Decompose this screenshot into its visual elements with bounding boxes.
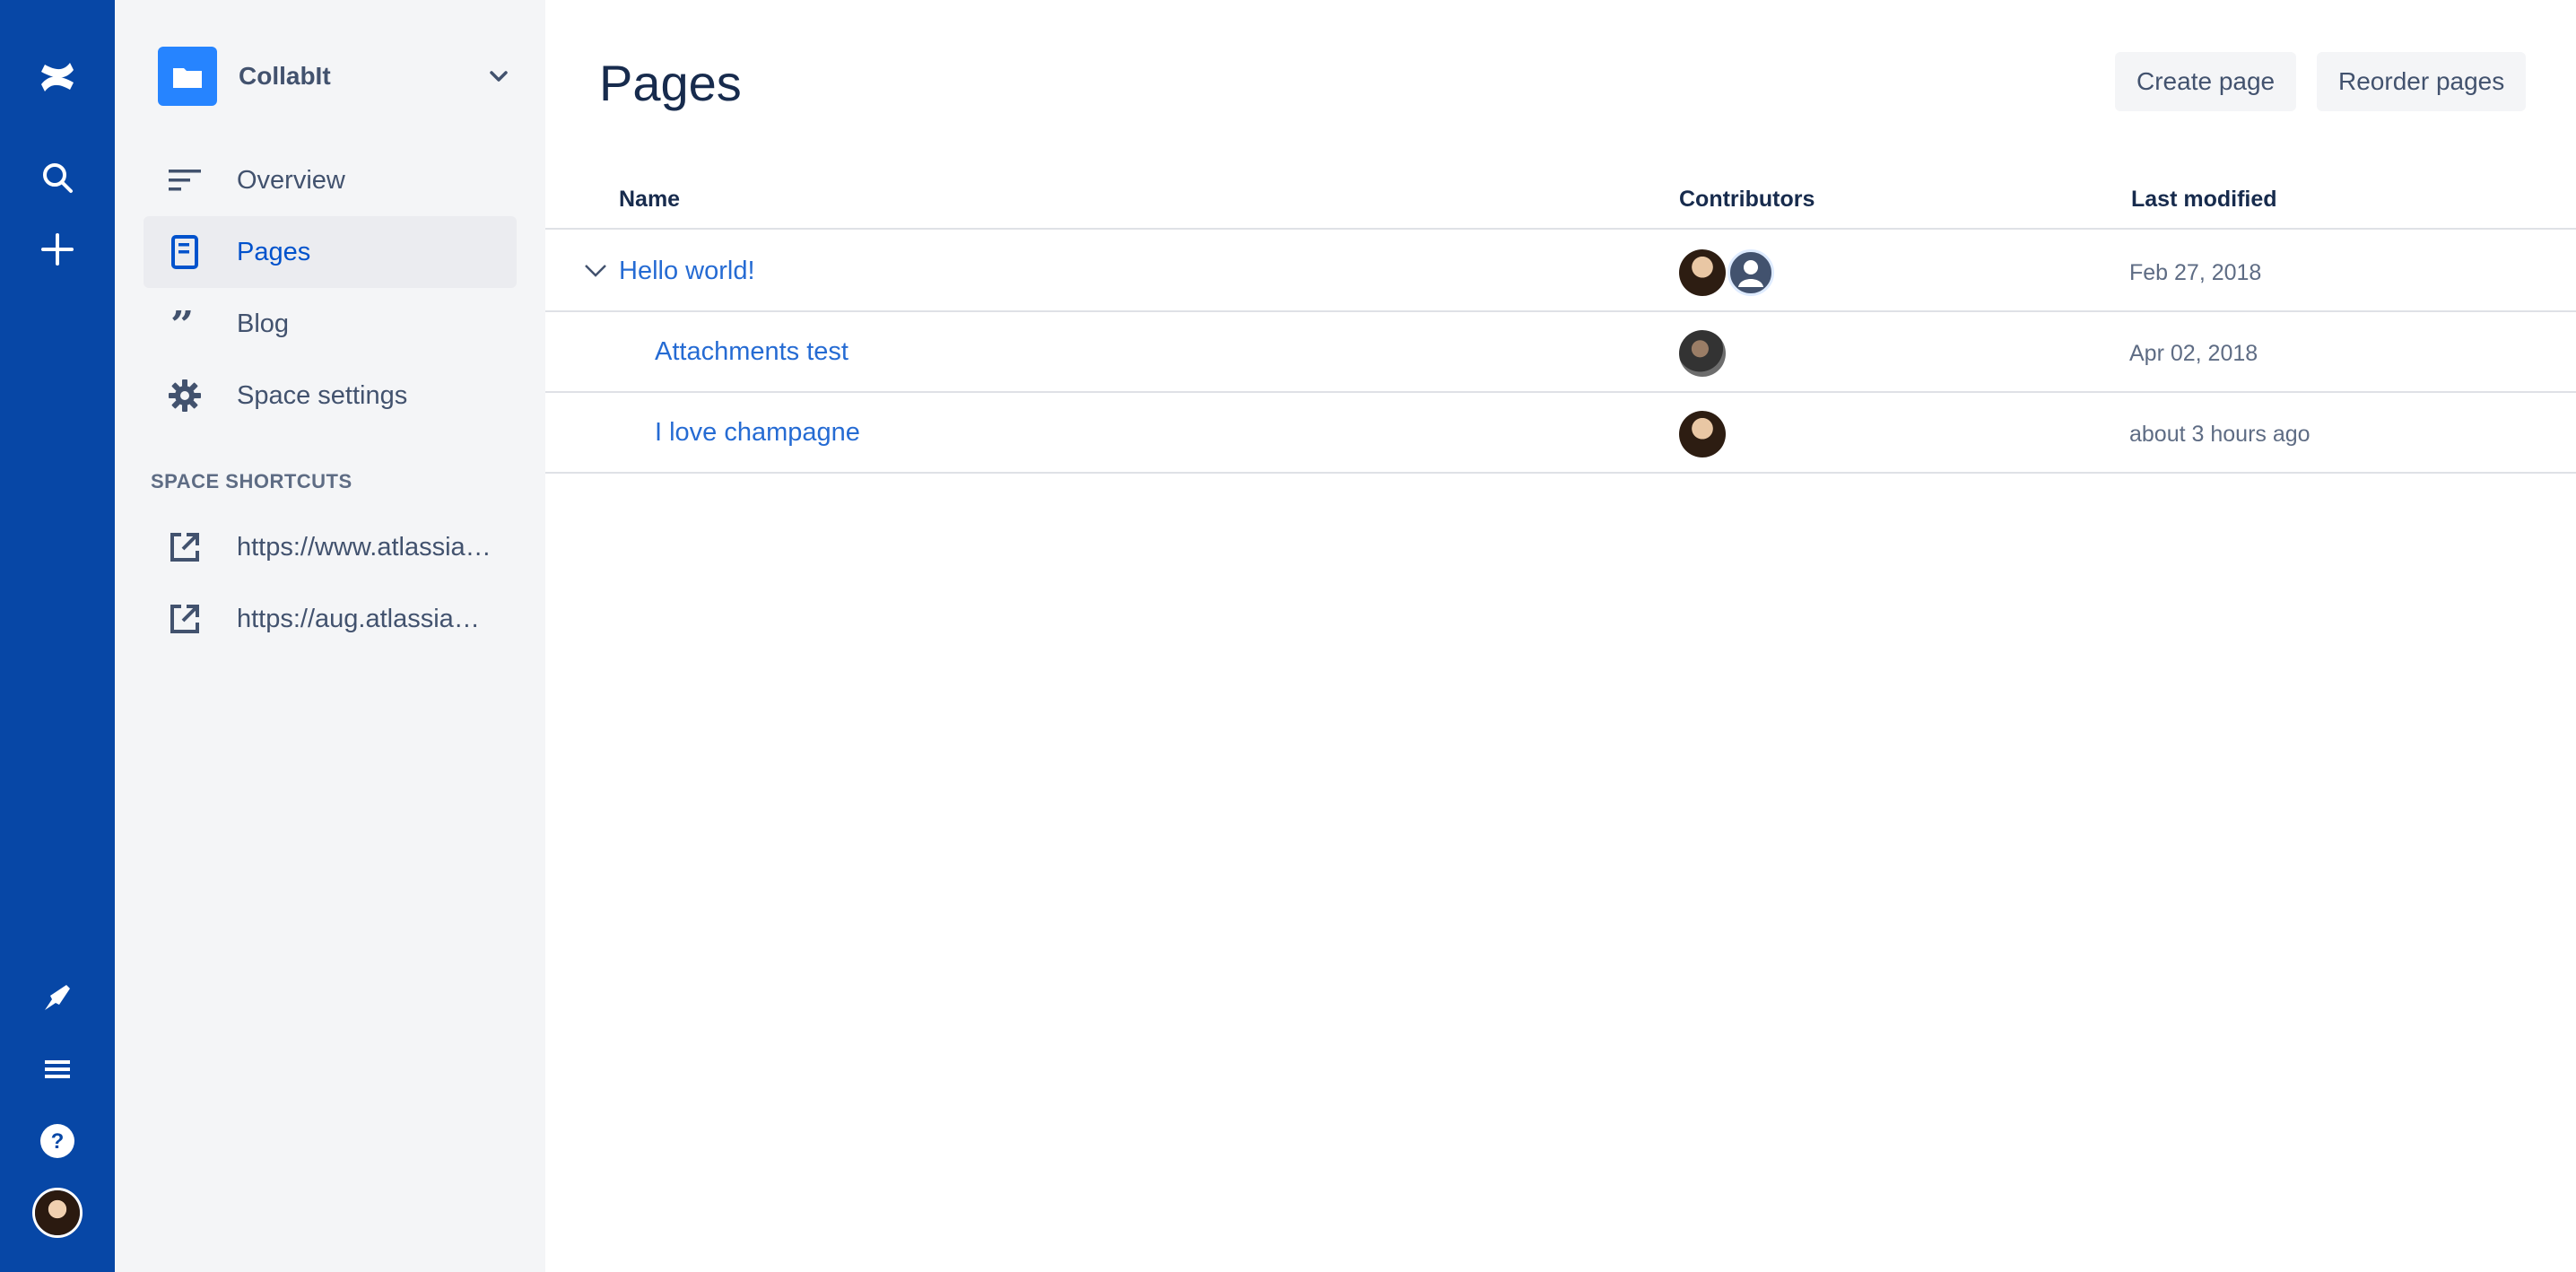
- sidebar-item-space-settings[interactable]: Space settings: [144, 360, 517, 431]
- space-logo-icon: [158, 47, 217, 106]
- chevron-down-icon[interactable]: [481, 58, 517, 94]
- table-row: Hello world! Feb 27, 2018: [545, 231, 2576, 312]
- space-switcher[interactable]: CollabIt: [158, 47, 517, 106]
- user-avatar[interactable]: [32, 1188, 83, 1238]
- table-header: Name Contributors Last modified: [545, 179, 2576, 230]
- column-contributors-header[interactable]: Contributors: [1679, 187, 1815, 213]
- sidebar-item-pages[interactable]: Pages: [144, 216, 517, 288]
- help-icon[interactable]: ?: [29, 1112, 86, 1170]
- notifications-icon[interactable]: [29, 969, 86, 1026]
- sidebar-item-label: Pages: [237, 237, 311, 266]
- sidebar-item-blog[interactable]: ” Blog: [144, 288, 517, 360]
- global-nav: ?: [0, 0, 115, 1272]
- shortcut-link[interactable]: https://aug.atlassian.com: [144, 583, 517, 655]
- page-title-link[interactable]: Attachments test: [655, 337, 849, 367]
- search-icon[interactable]: [29, 149, 86, 206]
- overview-icon: [163, 159, 206, 202]
- last-modified: about 3 hours ago: [2129, 422, 2311, 447]
- space-shortcuts-title: SPACE SHORTCUTS: [151, 470, 352, 492]
- avatar[interactable]: [1727, 249, 1774, 296]
- create-icon[interactable]: [29, 221, 86, 278]
- gear-icon: [163, 374, 206, 417]
- avatar[interactable]: [1679, 411, 1726, 457]
- last-modified: Apr 02, 2018: [2129, 341, 2258, 366]
- pages-icon: [163, 231, 206, 274]
- shortcut-link[interactable]: https://www.atlassian.com: [144, 511, 517, 583]
- external-link-icon: [163, 597, 206, 640]
- page-title-link[interactable]: Hello world!: [619, 257, 755, 286]
- space-sidebar: CollabIt Overview Pages ” Blog Space set…: [115, 0, 545, 1272]
- sidebar-item-label: Overview: [237, 165, 345, 195]
- column-name-header[interactable]: Name: [619, 187, 680, 213]
- shortcut-label: https://www.atlassian.com: [237, 532, 492, 562]
- table-row: Attachments test Apr 02, 2018: [545, 312, 2576, 393]
- avatar[interactable]: [1679, 330, 1726, 377]
- sidebar-item-label: Space settings: [237, 380, 408, 410]
- space-name: CollabIt: [239, 62, 331, 90]
- avatar[interactable]: [1679, 249, 1726, 296]
- contributors: [1679, 249, 1776, 296]
- contributors: [1679, 330, 1727, 377]
- table-row: I love champagne about 3 hours ago: [545, 393, 2576, 474]
- page-title: Pages: [599, 55, 742, 111]
- contributors: [1679, 411, 1727, 457]
- svg-text:”: ”: [170, 310, 194, 337]
- svg-text:?: ?: [51, 1129, 65, 1154]
- blog-quote-icon: ”: [163, 302, 206, 345]
- column-last-modified-header[interactable]: Last modified: [2131, 187, 2277, 213]
- shortcut-label: https://aug.atlassian.com: [237, 604, 492, 633]
- create-page-button[interactable]: Create page: [2115, 52, 2297, 111]
- confluence-logo-icon[interactable]: [29, 48, 86, 106]
- main-content: Pages Create page Reorder pages Name Con…: [545, 0, 2576, 1272]
- external-link-icon: [163, 526, 206, 569]
- sidebar-item-label: Blog: [237, 309, 290, 338]
- reorder-pages-button[interactable]: Reorder pages: [2317, 52, 2527, 111]
- last-modified: Feb 27, 2018: [2129, 260, 2262, 285]
- menu-icon[interactable]: [29, 1041, 86, 1098]
- page-title-link[interactable]: I love champagne: [655, 418, 860, 448]
- chevron-down-icon[interactable]: [579, 255, 612, 287]
- sidebar-item-overview[interactable]: Overview: [144, 144, 517, 216]
